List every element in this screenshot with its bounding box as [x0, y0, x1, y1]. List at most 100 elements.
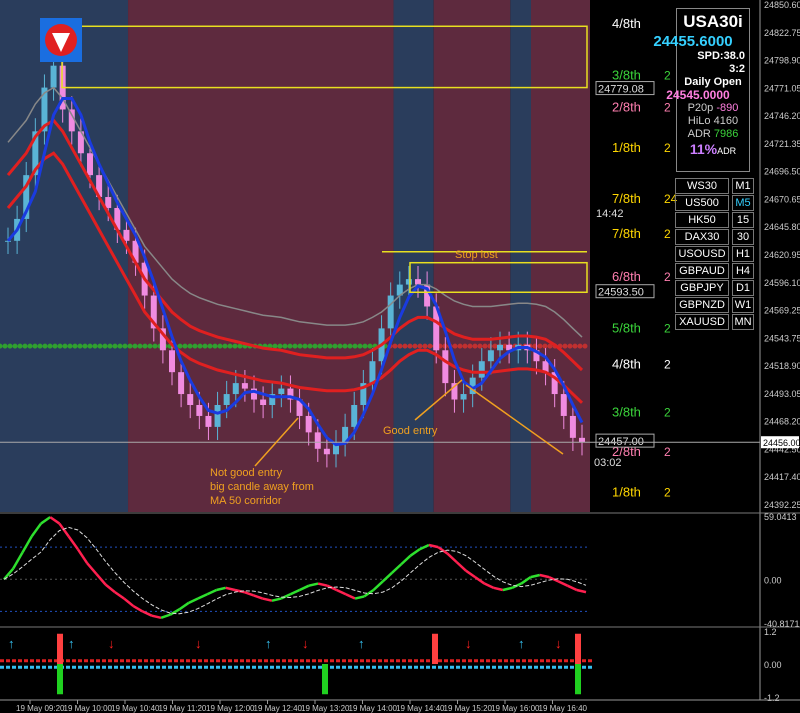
timeframe-button[interactable]: H1	[732, 246, 754, 262]
signal-dot-red	[528, 659, 532, 663]
candle-body	[415, 279, 421, 285]
signal-dot-cyan	[6, 665, 10, 669]
y-tick-label: 24798.90	[764, 56, 800, 66]
signal-arrow-up: ↑	[68, 636, 75, 651]
symbol-button[interactable]: GBPJPY	[675, 280, 729, 296]
murrey-level-number: 2	[664, 321, 671, 335]
symbol-button[interactable]: GBPAUD	[675, 263, 729, 279]
signal-dot-cyan	[426, 665, 430, 669]
osc-segment	[21, 535, 33, 554]
ma-dot	[127, 343, 133, 349]
signal-dot-cyan	[486, 665, 490, 669]
ma-dot	[352, 343, 358, 349]
osc-segment	[465, 569, 476, 579]
ma-dot	[347, 343, 353, 349]
signal-dot-cyan	[564, 665, 568, 669]
osc-segment	[493, 586, 504, 592]
signal-dot-red	[108, 659, 112, 663]
timeframe-button[interactable]: 15	[732, 212, 754, 228]
ma-dot	[7, 343, 13, 349]
candle-body	[460, 394, 467, 400]
osc-segment	[114, 591, 125, 600]
timeframe-button[interactable]: H4	[732, 263, 754, 279]
signal-arrow-down: ↓	[465, 636, 472, 651]
signal-arrow-up: ↑	[358, 636, 365, 651]
signal-dot-red	[348, 659, 352, 663]
osc-segment	[455, 561, 467, 572]
signal-arrow-up: ↑	[265, 636, 272, 651]
timeframe-button[interactable]: M1	[732, 178, 754, 194]
x-tick-label: 19 May 11:20	[159, 704, 207, 713]
ma-dot	[102, 343, 108, 349]
osc-segment	[446, 552, 458, 564]
osc-segment	[557, 580, 569, 587]
ma-dot	[572, 343, 578, 349]
ma-dot	[307, 343, 313, 349]
symbol-info-panel: USA30i 24455.6000 SPD:38.0 3:2 Daily Ope…	[653, 8, 750, 172]
signal-dot-cyan	[234, 665, 238, 669]
signal-dot-cyan	[366, 665, 370, 669]
signal-dot-cyan	[534, 665, 538, 669]
timeframe-button[interactable]: 30	[732, 229, 754, 245]
symbol-button[interactable]: DAX30	[675, 229, 729, 245]
signal-dot-cyan	[384, 665, 388, 669]
symbol-button[interactable]: GBPNZD	[675, 297, 729, 313]
signal-dot-red	[84, 659, 88, 663]
signal-dot-cyan	[240, 665, 244, 669]
symbol-button[interactable]: WS30	[675, 178, 729, 194]
candle-body	[50, 65, 57, 88]
ma-dot	[192, 343, 198, 349]
ma-dot	[472, 343, 478, 349]
y-tick-label: 24696.50	[764, 167, 800, 177]
signal-dot-cyan	[252, 665, 256, 669]
signal-dot-red	[294, 659, 298, 663]
timeframe-button[interactable]: M5	[732, 195, 754, 211]
osc-signal-line	[3, 526, 587, 615]
symbol-row: WS30 M1	[675, 178, 755, 194]
signal-dot-red	[96, 659, 100, 663]
osc-tick-label: 59.0413	[764, 512, 797, 522]
session-zone	[510, 0, 531, 512]
ma-dot	[142, 343, 148, 349]
signal-dot-red	[252, 659, 256, 663]
ma-dot	[492, 343, 498, 349]
symbol-button[interactable]: HK50	[675, 212, 729, 228]
murrey-level-label: 7/8th	[612, 191, 641, 206]
signal-dot-red	[78, 659, 82, 663]
ma-dot	[77, 343, 83, 349]
osc-segment	[188, 597, 199, 604]
signal-dot-cyan	[168, 665, 172, 669]
info-p20p-label: P20p	[687, 102, 714, 114]
signal-dot-cyan	[570, 665, 574, 669]
timeframe-button[interactable]: D1	[732, 280, 754, 296]
symbol-button[interactable]: XAUUSD	[675, 314, 729, 330]
ma-dot	[12, 343, 18, 349]
ma-dot	[22, 343, 28, 349]
signal-dot-red	[240, 659, 244, 663]
candle-body	[232, 383, 239, 395]
murrey-level-label: 3/8th	[612, 405, 641, 420]
osc-segment	[354, 595, 365, 600]
x-tick-label: 19 May 16:40	[539, 704, 588, 713]
x-tick-label: 19 May 14:40	[396, 704, 445, 713]
signal-arrow-up: ↑	[8, 636, 15, 651]
symbol-button[interactable]: USOUSD	[675, 246, 729, 262]
murrey-level-number: 2	[664, 358, 671, 372]
signal-dot-red	[276, 659, 280, 663]
signal-dot-red	[198, 659, 202, 663]
y-tick-label: 24493.05	[764, 389, 800, 399]
signal-dot-cyan	[120, 665, 124, 669]
candle-body	[487, 350, 494, 362]
candle-body	[241, 383, 248, 389]
signal-dot-red	[48, 659, 52, 663]
ma-dot	[467, 343, 473, 349]
signal-dot-red	[354, 659, 358, 663]
signal-spike-down	[57, 664, 63, 695]
signal-dot-cyan	[372, 665, 376, 669]
osc-segment	[576, 588, 587, 594]
signal-dot-cyan	[498, 665, 502, 669]
symbol-button[interactable]: US500	[675, 195, 729, 211]
timeframe-button[interactable]: W1	[732, 297, 754, 313]
timeframe-button[interactable]: MN	[732, 314, 754, 330]
y-tick-label: 24620.95	[764, 250, 800, 260]
